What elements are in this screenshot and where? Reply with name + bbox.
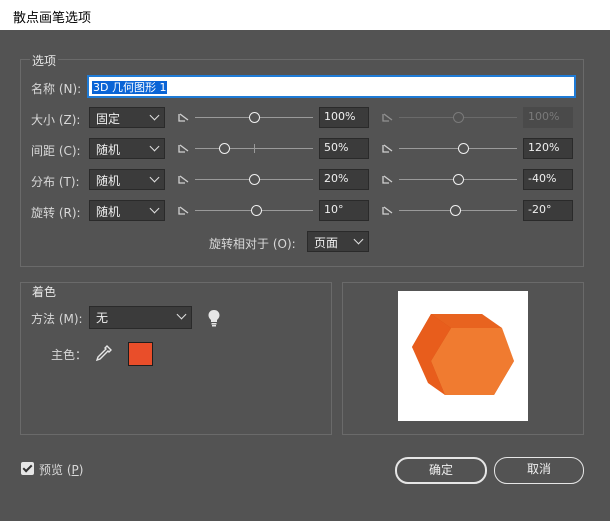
method-value: 无 — [96, 311, 109, 325]
eyedropper-icon[interactable] — [95, 344, 113, 362]
rotation-relative-label: 旋转相对于 (O): — [209, 237, 296, 251]
value-field[interactable]: 10° — [319, 200, 369, 221]
slider-handle[interactable] — [248, 112, 260, 123]
row-label: 间距 (C): — [31, 144, 81, 158]
chevron-down-icon — [149, 172, 160, 183]
mode-select[interactable]: 随机 — [89, 200, 165, 221]
rotation-relative-select[interactable]: 页面 — [307, 231, 369, 252]
pressure-icon — [381, 112, 395, 124]
key-color-label: 主色： — [51, 348, 88, 362]
slider-handle — [452, 112, 464, 123]
pressure-icon — [177, 143, 191, 155]
colorization-group-label: 着色 — [30, 283, 59, 300]
chevron-down-icon — [149, 141, 160, 152]
pressure-icon — [381, 205, 395, 217]
value-field[interactable]: 50% — [319, 138, 369, 159]
value-field[interactable]: 20% — [319, 169, 369, 190]
row-label: 分布 (T): — [31, 175, 80, 189]
method-label: 方法 (M): — [31, 312, 83, 326]
options-group-label: 选项 — [30, 52, 59, 69]
mode-select[interactable]: 随机 — [89, 169, 165, 190]
slider-handle[interactable] — [219, 143, 230, 154]
mode-select-value: 随机 — [96, 205, 121, 219]
name-input[interactable]: 3D 几何图形 1 — [88, 76, 575, 97]
value-field: 100% — [523, 107, 573, 128]
chevron-down-icon — [176, 309, 187, 320]
pressure-icon — [177, 205, 191, 217]
name-input-value: 3D 几何图形 1 — [92, 81, 168, 94]
slider-handle[interactable] — [250, 205, 262, 216]
ok-button-label: 确定 — [428, 463, 453, 477]
value-field[interactable]: -20° — [523, 200, 573, 221]
name-label: 名称 (N): — [31, 82, 82, 96]
mode-select-value: 固定 — [96, 112, 121, 126]
cancel-button-label: 取消 — [526, 462, 551, 476]
row-label: 大小 (Z): — [31, 113, 81, 127]
pressure-icon — [177, 112, 191, 124]
mode-select-value: 随机 — [96, 174, 121, 188]
chevron-down-icon — [149, 110, 160, 121]
rotation-relative-value: 页面 — [314, 236, 339, 250]
preview-label[interactable]: 预览 (P) — [39, 461, 83, 478]
preview-checkbox[interactable] — [21, 462, 34, 475]
key-color-swatch[interactable] — [128, 342, 153, 366]
hexagonal-prism-image — [412, 314, 514, 395]
chevron-down-icon — [353, 234, 364, 245]
value-field[interactable]: 100% — [319, 107, 369, 128]
slider-tick — [254, 144, 255, 153]
pressure-icon — [381, 174, 395, 186]
lightbulb-icon[interactable] — [207, 309, 221, 327]
mode-select[interactable]: 固定 — [89, 107, 165, 128]
dialog-title: 散点画笔选项 — [13, 11, 92, 26]
brush-preview — [398, 291, 528, 421]
value-field[interactable]: 120% — [523, 138, 573, 159]
slider-handle[interactable] — [248, 174, 260, 185]
row-label: 旋转 (R): — [31, 206, 81, 220]
ok-button[interactable]: 确定 — [395, 457, 487, 484]
value-field[interactable]: -40% — [523, 169, 573, 190]
method-select[interactable]: 无 — [89, 306, 192, 329]
mode-select-value: 随机 — [96, 143, 121, 157]
mode-select[interactable]: 随机 — [89, 138, 165, 159]
pressure-icon — [177, 174, 191, 186]
chevron-down-icon — [149, 203, 160, 214]
cancel-button[interactable]: 取消 — [494, 457, 584, 484]
pressure-icon — [381, 143, 395, 155]
title-bar: 散点画笔选项 — [0, 0, 610, 30]
slider-handle[interactable] — [452, 174, 464, 185]
